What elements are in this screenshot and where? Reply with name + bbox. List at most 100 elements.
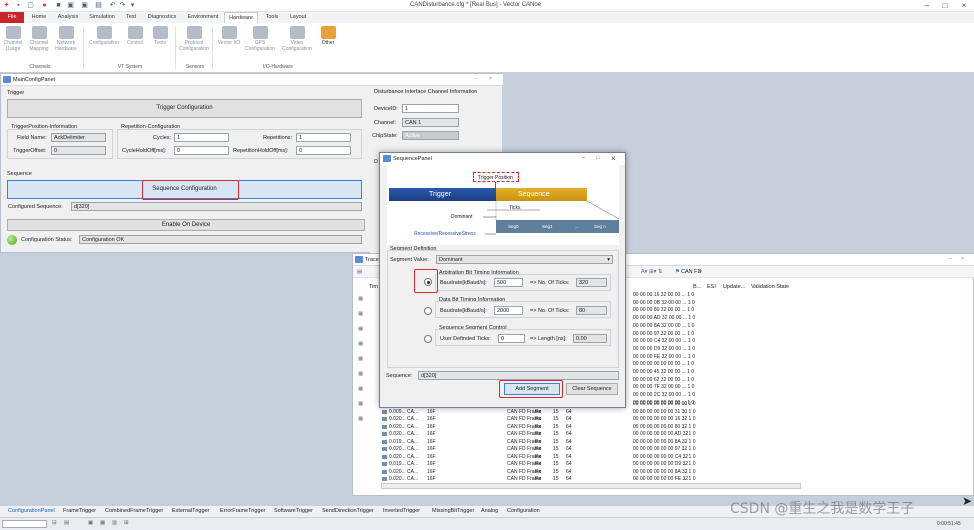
minimize-icon[interactable]: – bbox=[918, 0, 936, 12]
record-icon[interactable]: ● bbox=[40, 1, 49, 10]
side-tool-icon[interactable]: ▦ bbox=[358, 356, 363, 362]
enable-on-device-button[interactable]: Enable On Device bbox=[7, 219, 365, 231]
table-row[interactable]: 0.020... CA... 16F CAN FD Frame Rx 15 64 00 00 … bbox=[353, 416, 753, 424]
repetition-holdoff-field[interactable]: 0 bbox=[296, 146, 351, 155]
tab-configuration-panel[interactable]: ConfigurationPanel bbox=[8, 508, 55, 514]
sequence-maximize-icon[interactable]: □ bbox=[596, 155, 599, 161]
tab-simulation[interactable]: Simulation bbox=[85, 12, 119, 23]
status-tool-icon[interactable]: ⊟ bbox=[52, 520, 57, 526]
gps-configuration-button[interactable]: GPS Configuration bbox=[245, 26, 275, 52]
table-row[interactable]: 0.020... CA... 16F CAN FD Frame Rx 15 64 00 00 … bbox=[353, 446, 753, 454]
panel-close-icon[interactable]: × bbox=[489, 76, 492, 82]
status-tool-icon[interactable]: ⊞ bbox=[124, 520, 129, 526]
side-tool-icon[interactable]: ▦ bbox=[358, 341, 363, 347]
repetitions-field[interactable]: 1 bbox=[296, 133, 351, 142]
tab-tools[interactable]: Tools bbox=[261, 12, 283, 23]
trace-minimize-icon[interactable]: – bbox=[949, 256, 952, 262]
table-row[interactable]: 0.020... CA... 16F CAN FD Frame Rx 15 64 00 00 … bbox=[353, 454, 753, 462]
field-name-field[interactable]: AckDelimiter bbox=[51, 133, 106, 142]
tab-inverted-trigger[interactable]: InvertedTrigger bbox=[383, 508, 420, 514]
segment-value-dropdown[interactable]: Dominant ▾ bbox=[436, 255, 613, 264]
dropdown-icon[interactable]: ▾ bbox=[699, 269, 702, 275]
redo-icon[interactable]: ↷ bbox=[118, 1, 127, 10]
panel-minimize-icon[interactable]: – bbox=[475, 76, 478, 82]
configured-sequence-field[interactable]: d[320] bbox=[71, 202, 362, 211]
user-ticks-radio[interactable] bbox=[424, 335, 432, 343]
stop-icon[interactable]: ■ bbox=[54, 1, 63, 10]
side-tool-icon[interactable]: ▦ bbox=[358, 386, 363, 392]
column-header-b[interactable]: B... bbox=[693, 284, 701, 290]
table-row[interactable]: 0.020... CA... 16F CAN FD Frame Rx 15 64 00 00 … bbox=[353, 431, 753, 439]
side-tool-icon[interactable]: ▦ bbox=[358, 371, 363, 377]
trigger-configuration-button[interactable]: Trigger Configuration bbox=[7, 99, 362, 118]
data-baudrate-field[interactable]: 2000 bbox=[494, 306, 523, 315]
status-tool-icon[interactable]: ▥ bbox=[112, 520, 117, 526]
column-header-time[interactable]: Tim bbox=[369, 284, 378, 290]
video-configuration-button[interactable]: Video Configuration bbox=[282, 26, 312, 52]
save-icon[interactable]: ▣ bbox=[66, 1, 75, 10]
status-tool-icon[interactable]: ▤ bbox=[64, 520, 69, 526]
tab-home[interactable]: Home bbox=[28, 12, 50, 23]
tab-configuration[interactable]: Configuration bbox=[507, 508, 540, 514]
step-icon[interactable]: ▤ bbox=[94, 1, 103, 10]
tab-analysis[interactable]: Analysis bbox=[53, 12, 83, 23]
channel-mapping-button[interactable]: Channel Mapping bbox=[24, 26, 54, 52]
user-ticks-field[interactable]: 0 bbox=[498, 334, 525, 343]
side-tool-icon[interactable]: ▦ bbox=[358, 311, 363, 317]
network-hardware-button[interactable]: Network Hardware bbox=[51, 26, 81, 52]
tab-missing-bit-trigger[interactable]: MissingBitTrigger bbox=[432, 508, 474, 514]
tab-error-frame-trigger[interactable]: ErrorFrameTrigger bbox=[220, 508, 265, 514]
tab-frame-trigger[interactable]: FrameTrigger bbox=[63, 508, 96, 514]
table-row[interactable]: 0.020... CA... 16F CAN FD Frame Rx 15 64 00 00 … bbox=[353, 424, 753, 432]
sequence-close-icon[interactable]: × bbox=[611, 154, 616, 163]
save-all-icon[interactable]: ▣ bbox=[80, 1, 89, 10]
column-header-update[interactable]: Update... bbox=[723, 284, 745, 290]
tab-external-trigger[interactable]: ExternalTrigger bbox=[172, 508, 209, 514]
cycles-field[interactable]: 1 bbox=[174, 133, 229, 142]
table-row[interactable]: 0.019... CA... 16F CAN FD Frame Rx 15 64 00 00 … bbox=[353, 461, 753, 469]
tab-send-direction-trigger[interactable]: SendDirectionTrigger bbox=[322, 508, 374, 514]
device-id-field[interactable]: 1 bbox=[402, 104, 459, 113]
status-tool-icon[interactable]: ▣ bbox=[88, 520, 93, 526]
table-row[interactable]: 0.019... CA... 16F CAN FD Frame Rx 15 64 00 00 … bbox=[353, 439, 753, 447]
protocol-configuration-button[interactable]: Protocol Configuration bbox=[179, 26, 209, 52]
close-icon[interactable]: × bbox=[955, 0, 973, 12]
maximize-icon[interactable]: □ bbox=[936, 0, 954, 12]
column-header-validation[interactable]: Validation State bbox=[751, 284, 789, 290]
other-button[interactable]: Other bbox=[313, 26, 343, 47]
data-radio[interactable] bbox=[424, 307, 432, 315]
customize-icon[interactable]: ▾ bbox=[128, 1, 137, 10]
tab-hardware[interactable]: Hardware bbox=[224, 12, 258, 23]
tab-layout[interactable]: Layout bbox=[286, 12, 310, 23]
cycle-holdoff-field[interactable]: 0 bbox=[174, 146, 229, 155]
trace-close-icon[interactable]: × bbox=[961, 256, 964, 262]
horizontal-scrollbar[interactable] bbox=[381, 483, 801, 489]
undo-icon[interactable]: ↶ bbox=[108, 1, 117, 10]
vector-io-button[interactable]: Vector I/O bbox=[214, 26, 244, 47]
column-header-esi[interactable]: ESI bbox=[707, 284, 716, 290]
arbitration-baudrate-field[interactable]: 500 bbox=[494, 278, 523, 287]
table-row[interactable]: 0.020... CA... 16F CAN FD Frame Rx 15 64 00 00 … bbox=[353, 469, 753, 477]
trigger-offset-field[interactable]: 0 bbox=[51, 146, 106, 155]
sequence-minimize-icon[interactable]: – bbox=[582, 155, 585, 161]
status-input[interactable] bbox=[2, 520, 47, 528]
tab-file[interactable]: File bbox=[0, 12, 24, 23]
filter-icon[interactable]: A▾ ⊞▾ ⇅ bbox=[641, 269, 662, 275]
tab-analog[interactable]: Analog bbox=[481, 508, 498, 514]
tab-diagnostics[interactable]: Diagnostics bbox=[143, 12, 181, 23]
tools-button[interactable]: Tools bbox=[145, 26, 175, 47]
clear-sequence-button[interactable]: Clear Sequence bbox=[566, 383, 618, 395]
tab-combined-frame-trigger[interactable]: CombinedFrameTrigger bbox=[105, 508, 163, 514]
new-icon[interactable]: ▪ bbox=[14, 1, 23, 10]
tab-software-trigger[interactable]: SoftwareTrigger bbox=[274, 508, 313, 514]
table-row[interactable]: 0.009... CA... 16F CAN FD Frame Rx 15 64 00 80 … bbox=[353, 409, 753, 417]
tab-test[interactable]: Test bbox=[121, 12, 141, 23]
side-tool-icon[interactable]: ▦ bbox=[358, 296, 363, 302]
side-tool-icon[interactable]: ▦ bbox=[358, 326, 363, 332]
open-icon[interactable]: ▢ bbox=[26, 1, 35, 10]
trace-toolbar-icon[interactable]: ▤ bbox=[357, 269, 362, 275]
configuration-button[interactable]: Configuration bbox=[89, 26, 119, 47]
can-fd-icon[interactable]: ⚑ bbox=[675, 269, 680, 275]
status-tool-icon[interactable]: ▦ bbox=[100, 520, 105, 526]
tab-environment[interactable]: Environment bbox=[184, 12, 222, 23]
